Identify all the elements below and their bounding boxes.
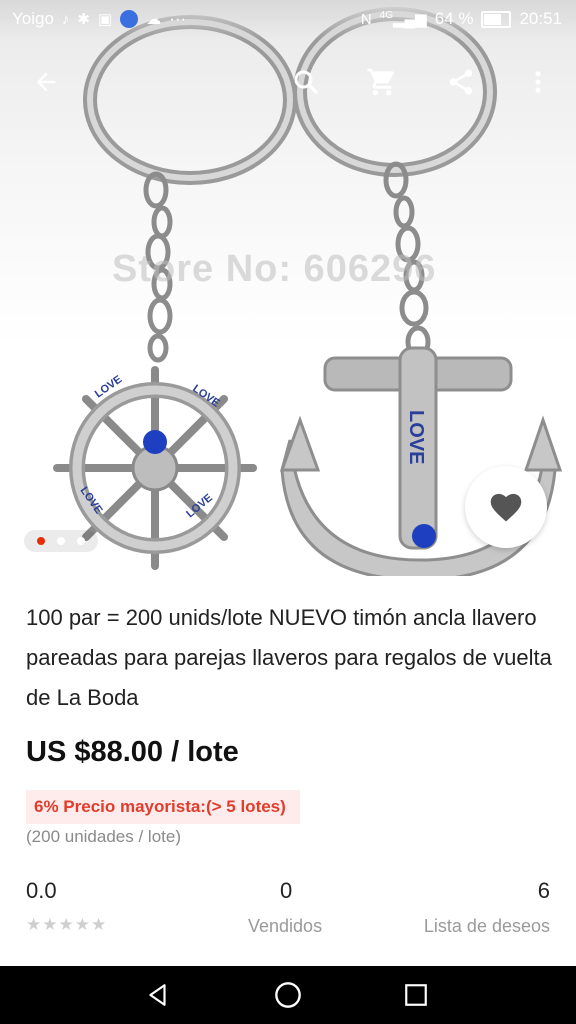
rating-stars: ★★★★★ [26, 915, 108, 934]
nav-recents-button[interactable] [400, 979, 432, 1011]
nfc-icon: N [360, 10, 372, 28]
cart-icon [367, 68, 394, 96]
wishlist-label: Lista de deseos [423, 916, 550, 936]
product-title: 100 par = 200 unids/lote NUEVO timón anc… [26, 605, 552, 710]
carousel-dot-1 [37, 537, 45, 545]
product-price: US $88.00 / lote [26, 736, 239, 768]
nav-home-button[interactable] [272, 979, 304, 1011]
back-button[interactable] [26, 62, 66, 102]
heart-icon [490, 493, 522, 522]
carousel-indicator [24, 530, 98, 552]
units-per-lot: (200 unidades / lote) [26, 827, 181, 846]
share-button[interactable] [441, 62, 481, 102]
square-recents-icon [405, 984, 427, 1006]
more-notifications-icon: ··· [169, 9, 187, 28]
svg-text:LOVE: LOVE [405, 410, 427, 464]
search-icon [294, 70, 318, 94]
sold-count: 0 [280, 878, 293, 903]
system-nav-bar [0, 966, 576, 1024]
battery-icon [481, 10, 512, 28]
search-button[interactable] [286, 62, 326, 102]
battery-percent: 64 % [434, 9, 474, 28]
sold-label: Vendidos [248, 916, 323, 936]
signal-icon: 4G▂▄▆ [379, 10, 427, 28]
app-notification-icon [120, 10, 139, 28]
wishlist-count: 6 [537, 878, 550, 903]
store-watermark: Store No: 606296 [112, 248, 437, 290]
carousel-dot-2 [57, 537, 65, 545]
rating-value: 0.0 [26, 878, 57, 903]
cloud-icon: ☁ [146, 11, 162, 28]
circle-home-icon [275, 982, 301, 1008]
share-icon [449, 69, 473, 95]
more-vert-icon [535, 71, 541, 93]
clock: 20:51 [519, 9, 562, 28]
network-type: 4G [379, 10, 393, 21]
notification-icon: ✱ [77, 11, 90, 28]
wholesale-badge[interactable]: 6% Precio mayorista:(> 5 lotes) [26, 790, 300, 824]
arrow-left-icon [36, 72, 56, 92]
wishlist-button[interactable] [465, 466, 547, 548]
calendar-icon: ▣ [98, 11, 113, 28]
carousel-dot-3 [77, 537, 85, 545]
app-toolbar [0, 52, 576, 114]
nav-back-button[interactable] [142, 979, 174, 1011]
more-options-button[interactable] [518, 62, 558, 102]
cart-button[interactable] [362, 62, 402, 102]
music-icon: ♪ [61, 10, 70, 28]
status-bar: Yoigo ♪ ✱ ▣ ☁ ··· N 4G▂▄▆ 64 % 20:51 [0, 0, 576, 40]
triangle-back-icon [149, 984, 166, 1006]
carrier-name: Yoigo [12, 9, 54, 28]
